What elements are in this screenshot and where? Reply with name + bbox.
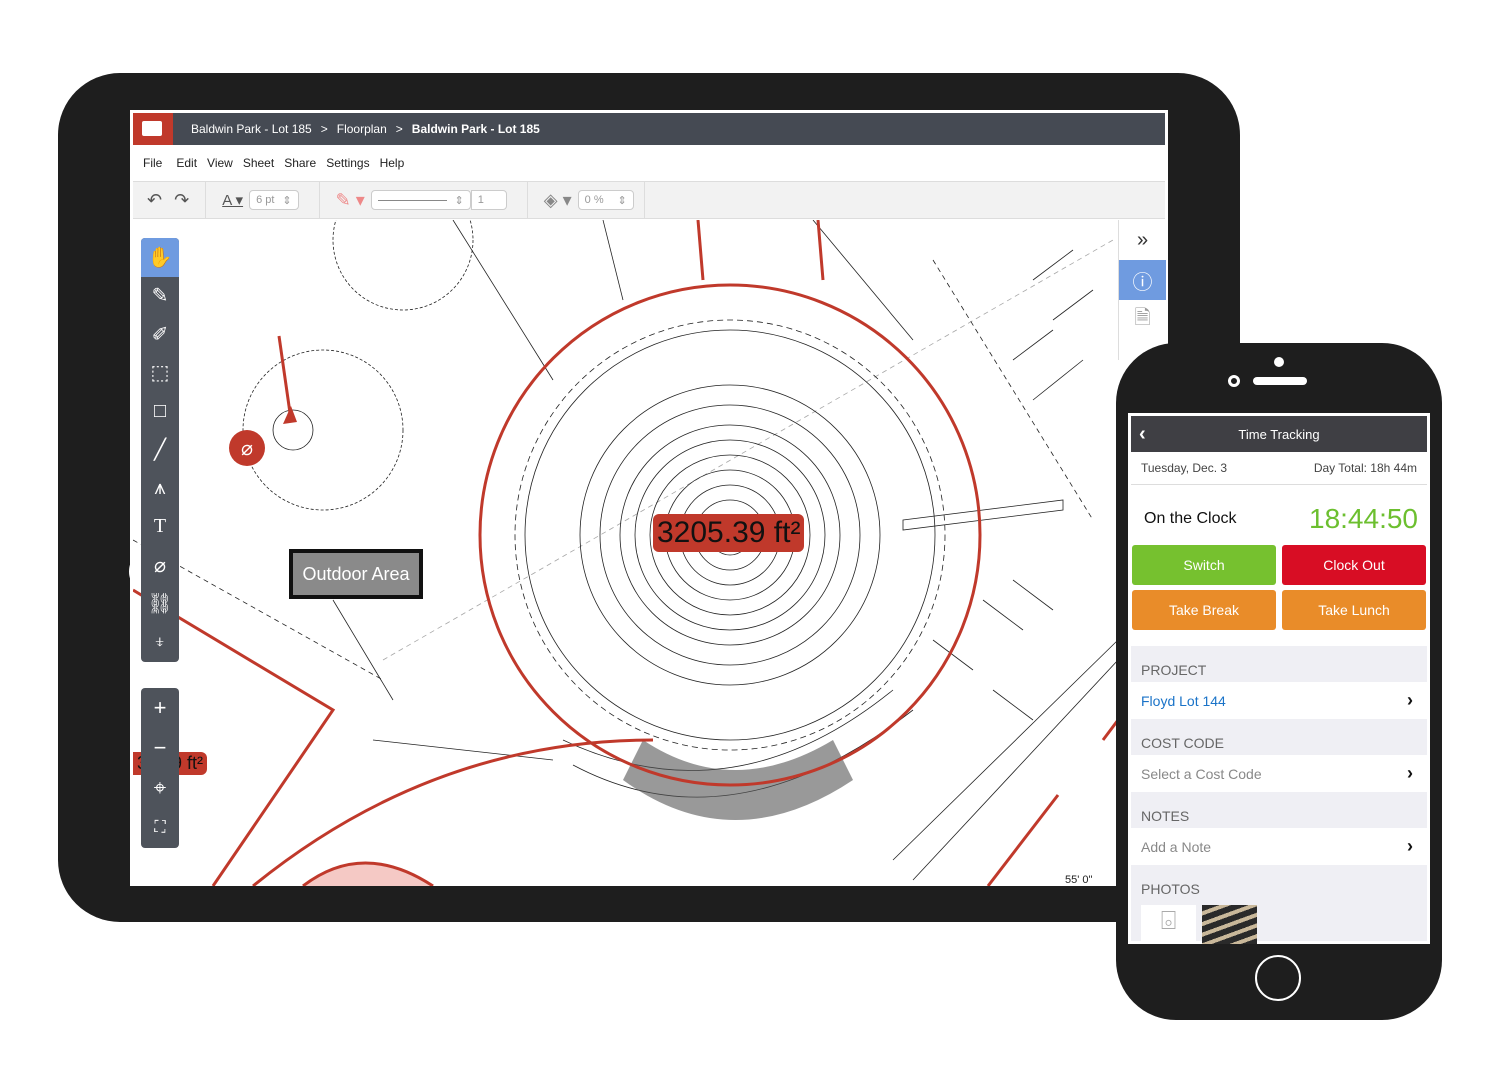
chevron-right-icon: › — [1407, 836, 1413, 856]
callout-outdoor-area[interactable]: Outdoor Area — [289, 549, 423, 599]
take-lunch-button[interactable]: Take Lunch — [1282, 590, 1426, 630]
cost-code-header: COST CODE — [1131, 719, 1427, 755]
menu-edit[interactable]: Edit — [171, 156, 202, 170]
link-icon[interactable]: ⛓ — [141, 585, 179, 624]
clock-status: On the Clock 18:44:50 — [1128, 485, 1430, 543]
font-size-value: 6 pt — [256, 194, 275, 206]
nav-bar: ‹ Time Tracking — [1131, 416, 1427, 452]
compass-icon[interactable]: ⩚ — [141, 469, 179, 508]
project-value: Floyd Lot 144 — [1141, 692, 1226, 709]
breadcrumb-bar: Baldwin Park - Lot 185 > Floorplan > Bal… — [133, 113, 1165, 145]
zoom-out-icon[interactable]: − — [154, 728, 167, 768]
breadcrumb-separator: > — [320, 122, 328, 136]
attachment-icon[interactable]: ⌀ — [141, 546, 179, 585]
undo-icon[interactable]: ↶ — [141, 190, 168, 211]
phone-frame: ‹ Time Tracking Tuesday, Dec. 3 Day Tota… — [1116, 343, 1442, 1020]
chevron-right-icon: › — [1407, 690, 1413, 710]
line-width-value: 1 — [477, 194, 484, 206]
project-header: PROJECT — [1131, 646, 1427, 682]
take-break-button[interactable]: Take Break — [1132, 590, 1276, 630]
menu-share[interactable]: Share — [279, 156, 321, 170]
project-row[interactable]: Floyd Lot 144 › — [1131, 682, 1427, 719]
redo-icon[interactable]: ↷ — [168, 190, 195, 211]
opacity-value: 0 % — [584, 194, 604, 206]
info-icon[interactable]: ⓘ — [1119, 260, 1166, 300]
recenter-icon[interactable]: ⌖ — [154, 768, 166, 808]
photo-thumbnail[interactable] — [1202, 905, 1257, 944]
notes-header: NOTES — [1131, 792, 1427, 828]
cost-code-value: Select a Cost Code — [1141, 765, 1262, 782]
toolbar: ↶ ↷ A ▾ 6 pt ⇕ ✎ ▾ ⇕ 1 ◈ ▾ 0 % ⇕ — [133, 181, 1165, 219]
breadcrumb-current: Baldwin Park - Lot 185 — [411, 122, 540, 136]
floorplan-drawing — [133, 220, 1118, 886]
dimension-label: 55' 0" — [1065, 874, 1093, 886]
menu-settings[interactable]: Settings — [321, 156, 374, 170]
fill-color-icon[interactable]: ◈ ▾ — [538, 190, 578, 211]
drawing-tools-palette: ✋ ✎ ✐ ⬚ □ ╱ ⩚ T ⌀ ⛓ ⍖ — [141, 238, 179, 662]
breadcrumb: Baldwin Park - Lot 185 > Floorplan > Bal… — [191, 122, 540, 136]
notes-value: Add a Note — [1141, 838, 1212, 855]
phone-screen: ‹ Time Tracking Tuesday, Dec. 3 Day Tota… — [1128, 413, 1430, 944]
floorplan-canvas[interactable]: ⌀ Outdoor Area 3205.39 ft² 35.69 ft² 55'… — [133, 220, 1118, 886]
line-icon[interactable]: ╱ — [141, 431, 179, 470]
zoom-in-icon[interactable]: + — [154, 688, 167, 728]
document-icon[interactable]: 🗎 — [1119, 300, 1166, 340]
pencil-icon[interactable]: ✎ — [141, 277, 179, 316]
rectangle-icon[interactable]: □ — [141, 392, 179, 431]
right-panel: » ⓘ 🗎 — [1118, 220, 1166, 360]
tablet-screen: Baldwin Park - Lot 185 > Floorplan > Bal… — [130, 110, 1168, 886]
text-icon[interactable]: T — [141, 508, 179, 547]
stroke-color-icon[interactable]: ✎ ▾ — [330, 190, 371, 211]
switch-button[interactable]: Switch — [1132, 545, 1276, 585]
menu-view[interactable]: View — [202, 156, 238, 170]
breadcrumb-floorplan[interactable]: Floorplan — [337, 122, 387, 136]
attachment-marker-icon[interactable]: ⌀ — [229, 430, 265, 466]
clock-timer: 18:44:50 — [1309, 503, 1418, 534]
folder-icon[interactable] — [133, 113, 173, 145]
breadcrumb-separator: > — [395, 122, 403, 136]
menu-help[interactable]: Help — [375, 156, 410, 170]
add-photo-camera-icon[interactable]: ⌻ — [1141, 905, 1196, 944]
menu-bar: File Edit View Sheet Share Settings Help — [133, 146, 409, 180]
fit-icon[interactable]: ⛶ — [154, 808, 165, 848]
font-size-stepper[interactable]: 6 pt ⇕ — [249, 190, 299, 210]
expand-icon[interactable]: » — [1119, 220, 1166, 260]
font-color-icon[interactable]: A ▾ — [216, 191, 249, 209]
phone-home-button[interactable] — [1255, 955, 1301, 1001]
back-chevron-icon[interactable]: ‹ — [1139, 423, 1146, 446]
photos-header: PHOTOS — [1131, 865, 1427, 901]
zoom-tools: + − ⌖ ⛶ — [141, 688, 179, 848]
day-total: Day Total: 18h 44m — [1313, 461, 1417, 475]
breadcrumb-project[interactable]: Baldwin Park - Lot 185 — [191, 122, 312, 136]
date: Tuesday, Dec. 3 — [1141, 461, 1228, 475]
hand-icon[interactable]: ✋ — [141, 238, 179, 277]
date-row: Tuesday, Dec. 3 Day Total: 18h 44m — [1131, 452, 1427, 485]
menu-sheet[interactable]: Sheet — [238, 156, 279, 170]
notes-row[interactable]: Add a Note › — [1131, 828, 1427, 865]
pin-icon[interactable]: ⍖ — [141, 623, 179, 662]
line-width-input[interactable]: 1 — [470, 190, 507, 210]
highlighter-icon[interactable]: ✐ — [141, 315, 179, 354]
area-measurement-main[interactable]: 3205.39 ft² — [653, 514, 805, 552]
cloud-icon[interactable]: ⬚ — [141, 354, 179, 393]
screen-title: Time Tracking — [1238, 426, 1320, 442]
clock-out-button[interactable]: Clock Out — [1282, 545, 1426, 585]
chevron-right-icon: › — [1407, 763, 1413, 783]
photos-row: ⌻ — [1131, 901, 1427, 944]
cost-code-row[interactable]: Select a Cost Code › — [1131, 755, 1427, 792]
menu-file[interactable]: File — [133, 156, 171, 170]
opacity-stepper[interactable]: 0 % ⇕ — [577, 190, 634, 210]
clock-status-label: On the Clock — [1144, 510, 1237, 527]
line-style-select[interactable]: ⇕ — [370, 190, 471, 210]
